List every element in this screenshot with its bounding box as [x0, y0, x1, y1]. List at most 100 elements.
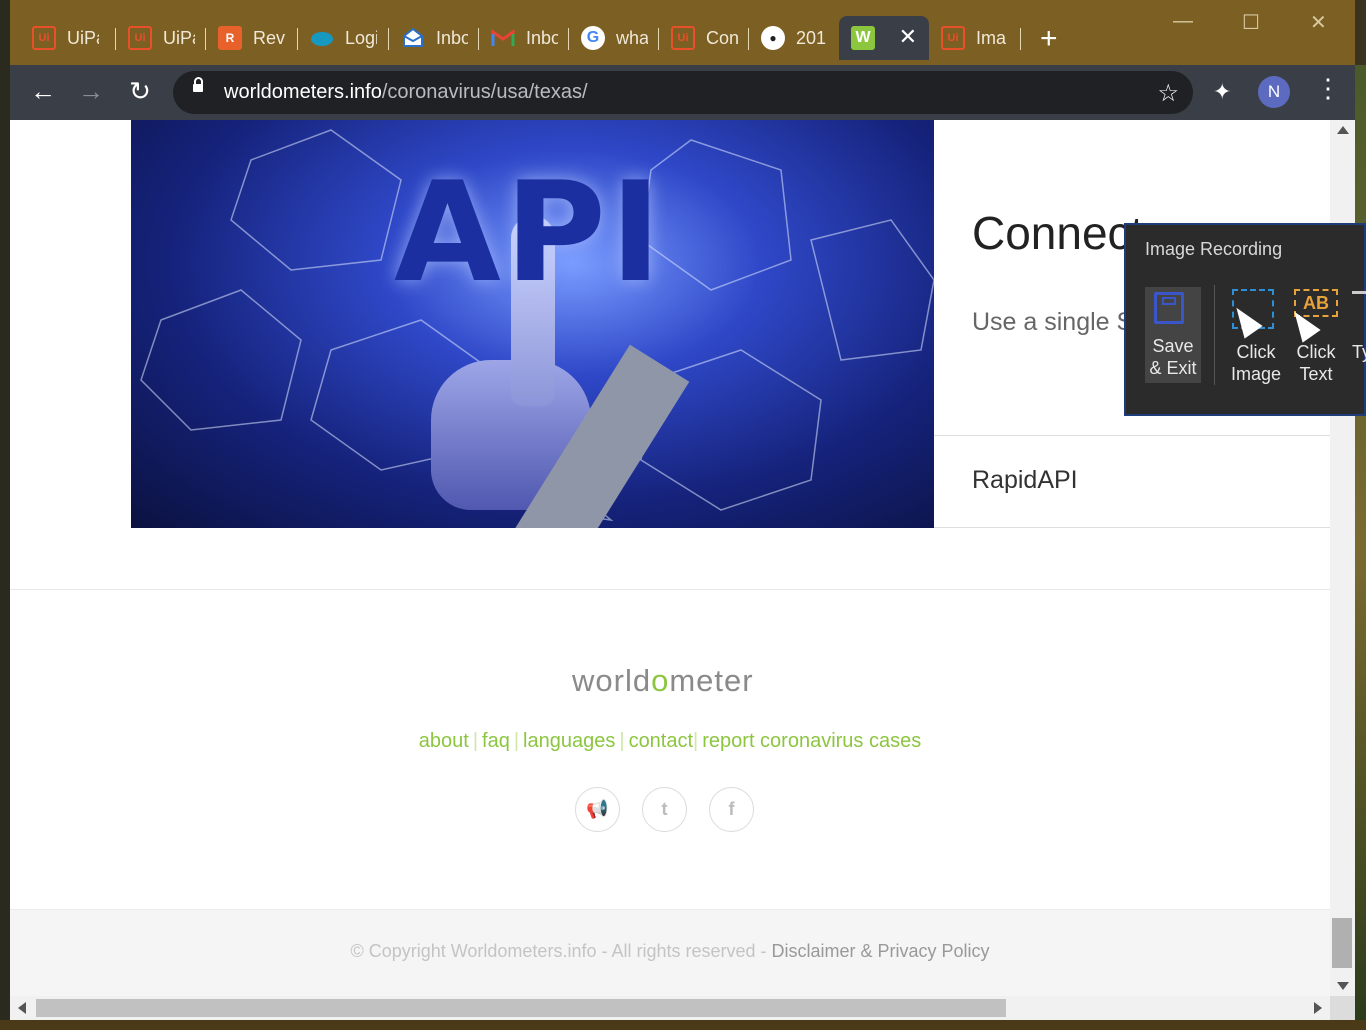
maximize-icon[interactable]: ☐: [1242, 10, 1260, 35]
footer-link-languages[interactable]: languages: [523, 730, 615, 752]
tab-label: Inbox: [436, 27, 468, 48]
api-promo-image[interactable]: API: [131, 120, 934, 528]
copyright-text: © Copyright Worldometers.info - All righ…: [10, 941, 1330, 962]
footer-link-about[interactable]: about: [419, 730, 469, 752]
link-separator: |: [513, 730, 520, 752]
salesforce-cloud-icon: [310, 26, 334, 50]
tab-label: what: [616, 27, 648, 48]
address-bar[interactable]: worldometers.info/coronavirus/usa/texas/…: [173, 71, 1193, 114]
forward-icon[interactable]: →: [77, 78, 105, 106]
tab-github[interactable]: ● 201: [749, 16, 839, 60]
recorder-title: Image Recording: [1145, 239, 1283, 259]
footer-divider: [10, 589, 1330, 590]
tab-label: Ima: [976, 27, 1007, 48]
type-into-label-partial[interactable]: Ty: [1352, 341, 1366, 363]
tab-separator: [1020, 28, 1021, 50]
tab-label: UiPath: [163, 27, 195, 48]
scroll-down-icon[interactable]: [1337, 982, 1349, 990]
save-exit-line2: & Exit: [1149, 358, 1197, 378]
tab-inbox-1[interactable]: Inbox: [389, 16, 479, 60]
extensions-puzzle-icon[interactable]: ✦: [1213, 79, 1231, 105]
github-icon: ●: [761, 26, 785, 50]
divider: [934, 435, 1330, 436]
save-exit-button[interactable]: Save & Exit: [1145, 287, 1201, 383]
tab-bar: Ui UiPath Ui UiPath R Review Login Inbox…: [10, 0, 1355, 65]
tab-label: UiPath: [67, 27, 99, 48]
tab-google-search[interactable]: G what: [569, 16, 659, 60]
link-separator: |: [619, 730, 625, 752]
uipath-icon: Ui: [128, 26, 152, 50]
logo-part: world: [572, 663, 652, 698]
tab-label: Inbox: [526, 27, 558, 48]
tab-worldometers-active[interactable]: W ✕: [839, 16, 929, 60]
footer-link-report-cases[interactable]: report coronavirus cases: [702, 730, 921, 752]
facebook-icon[interactable]: f: [709, 787, 754, 832]
back-icon[interactable]: ←: [29, 78, 57, 106]
save-exit-line1: Save: [1152, 336, 1194, 356]
link-separator: |: [472, 730, 479, 752]
tab-label: Login: [345, 27, 377, 48]
api-image-text: API: [394, 152, 666, 313]
megaphone-icon[interactable]: 📢: [575, 787, 620, 832]
bookmark-star-icon[interactable]: ☆: [1157, 79, 1179, 108]
scroll-up-icon[interactable]: [1337, 126, 1349, 134]
tab-inbox-2[interactable]: Inbox: [479, 16, 569, 60]
desktop-background-right: [1355, 65, 1366, 1030]
click-image-label: Click Image: [1226, 341, 1286, 385]
taskbar-strip: [0, 1020, 1366, 1030]
scroll-right-icon[interactable]: [1314, 1002, 1322, 1014]
copyright-notice: © Copyright Worldometers.info - All righ…: [350, 941, 772, 961]
tab-label: 201: [796, 27, 827, 48]
vertical-scroll-thumb[interactable]: [1332, 918, 1352, 968]
footer-link-contact[interactable]: contact: [629, 730, 693, 752]
footer-link-faq[interactable]: faq: [482, 730, 510, 752]
horizontal-scroll-thumb[interactable]: [36, 999, 1006, 1017]
worldometer-icon: W: [851, 26, 875, 50]
logo-part-o: o: [651, 663, 670, 698]
horizontal-scrollbar[interactable]: [10, 996, 1330, 1020]
promo-title[interactable]: Connect: [972, 206, 1143, 260]
r-app-icon: R: [218, 26, 242, 50]
tab-uipath-1[interactable]: Ui UiPath: [20, 16, 116, 60]
image-recording-panel: Image Recording Save & Exit Click Image AB…: [1124, 223, 1366, 416]
scrollbar-corner: [1330, 996, 1355, 1020]
uipath-icon: Ui: [941, 26, 965, 50]
browser-menu-icon[interactable]: ⋮: [1315, 75, 1341, 101]
worldometer-logo[interactable]: worldometer: [572, 663, 754, 699]
tab-label: Review: [253, 27, 285, 48]
browser-window: Ui UiPath Ui UiPath R Review Login Inbox…: [10, 0, 1355, 1020]
click-text-line2: Text: [1299, 364, 1333, 384]
close-window-icon[interactable]: ✕: [1310, 10, 1327, 35]
close-tab-icon[interactable]: ✕: [899, 26, 917, 48]
link-separator: |: [693, 730, 699, 752]
tab-uipath-3[interactable]: Ui Cont: [659, 16, 749, 60]
scroll-left-icon[interactable]: [18, 1002, 26, 1014]
click-image-line2: Image: [1230, 364, 1282, 384]
tab-review[interactable]: R Review: [206, 16, 298, 60]
uipath-icon: Ui: [32, 26, 56, 50]
url-text[interactable]: worldometers.info/coronavirus/usa/texas/: [224, 81, 588, 104]
browser-toolbar: ← → ↻ worldometers.info/coronavirus/usa/…: [10, 65, 1355, 120]
copyright-band: © Copyright Worldometers.info - All righ…: [10, 909, 1330, 996]
click-text-label: Click Text: [1288, 341, 1344, 385]
provider-label[interactable]: RapidAPI: [972, 466, 1078, 495]
tab-uipath-2[interactable]: Ui UiPath: [116, 16, 206, 60]
save-floppy-icon: [1154, 292, 1184, 324]
google-icon: G: [581, 26, 605, 50]
click-text-line1: Click: [1296, 342, 1336, 362]
save-exit-label: Save & Exit: [1145, 335, 1201, 379]
twitter-icon[interactable]: t: [642, 787, 687, 832]
tab-login[interactable]: Login: [298, 16, 389, 60]
disclaimer-link[interactable]: Disclaimer & Privacy Policy: [772, 941, 990, 961]
recorder-divider: [1214, 285, 1215, 385]
promo-subtitle: Use a single S: [972, 308, 1134, 336]
desktop-background-left: [0, 0, 10, 1030]
tab-label: Cont: [706, 27, 738, 48]
minimize-icon[interactable]: —: [1173, 10, 1193, 33]
reload-icon[interactable]: ↻: [126, 78, 154, 106]
new-tab-button[interactable]: +: [1040, 24, 1058, 54]
click-image-line1: Click: [1236, 342, 1276, 362]
tab-uipath-4[interactable]: Ui Ima: [929, 16, 1021, 60]
profile-avatar[interactable]: N: [1258, 76, 1290, 108]
divider: [934, 527, 1330, 528]
